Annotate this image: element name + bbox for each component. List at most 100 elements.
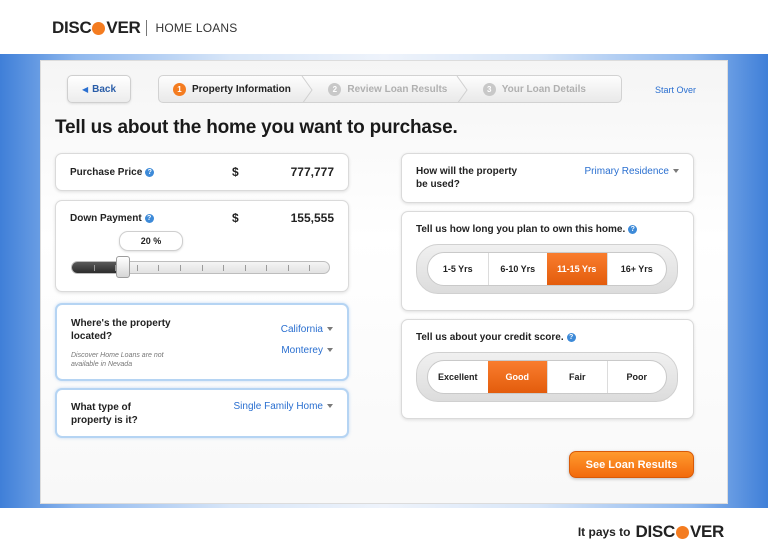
footer-text-right: VER — [689, 522, 724, 541]
property-location-card: Where's the property located? Discover H… — [55, 303, 349, 381]
credit-score-option[interactable]: Fair — [547, 361, 607, 393]
down-payment-slider-track[interactable] — [71, 261, 330, 274]
logo-wordmark: DISC VER — [52, 18, 141, 38]
slider-ticks — [72, 262, 329, 273]
footer: It pays to DISC VER — [0, 508, 768, 559]
step-number: 2 — [328, 82, 342, 96]
progress-steps: 1 Property Information 2 Review Loan Res… — [158, 75, 622, 103]
property-type-select[interactable]: Single Family Home — [234, 401, 333, 412]
down-payment-percent-bubble: 20 % — [119, 231, 183, 251]
step-label: Property Information — [192, 83, 291, 95]
footer-tagline: It pays to — [577, 525, 631, 539]
header: DISC VER HOME LOANS — [0, 0, 768, 54]
note-line: Discover Home Loans are not — [71, 352, 164, 359]
down-payment-slider-handle[interactable] — [115, 256, 130, 278]
step-review-loan-results: 2 Review Loan Results — [308, 76, 468, 102]
property-usage-label: How will the property be used? — [416, 165, 517, 191]
purchase-price-label: Purchase Price? — [70, 166, 155, 179]
ownership-segmented-control: 1-5 Yrs 6-10 Yrs 11-15 Yrs 16+ Yrs — [427, 252, 667, 286]
left-arrow-icon: ◀ — [81, 84, 89, 94]
chevron-down-icon — [327, 404, 333, 408]
chevron-down-icon — [327, 348, 333, 352]
credit-score-option[interactable]: Excellent — [428, 361, 488, 393]
credit-score-option[interactable]: Good — [487, 361, 547, 393]
it-pays-to-discover-logo: It pays to DISC VER — [578, 522, 724, 542]
down-payment-label: Down Payment? — [70, 212, 154, 225]
city-select-value: Monterey — [281, 345, 323, 356]
step-property-information: 1 Property Information — [159, 76, 313, 102]
property-type-card: What type of property is it? Single Fami… — [55, 388, 349, 438]
help-icon[interactable]: ? — [628, 225, 638, 234]
slider-tick — [309, 265, 311, 271]
logo-text-left: DISC — [52, 18, 92, 37]
slider-tick — [287, 265, 289, 271]
slider-tick — [158, 265, 160, 271]
back-button-label: Back — [92, 83, 117, 95]
slider-tick — [266, 265, 268, 271]
credit-segmented-control-frame: Excellent Good Fair Poor — [416, 352, 678, 402]
property-type-label: What type of property is it? — [71, 401, 138, 427]
footer-text-left: DISC — [635, 522, 676, 541]
label-line: What type of — [71, 402, 131, 413]
nevada-availability-note: Discover Home Loans are not available in… — [71, 351, 164, 369]
ownership-option[interactable]: 16+ Yrs — [606, 253, 667, 285]
ownership-segmented-control-frame: 1-5 Yrs 6-10 Yrs 11-15 Yrs 16+ Yrs — [416, 244, 678, 294]
property-usage-select-value: Primary Residence — [584, 166, 669, 177]
logo-o-circle-icon — [675, 525, 689, 539]
slider-tick — [136, 265, 138, 271]
main-panel: ◀ Back 1 Property Information 2 Review L… — [40, 60, 728, 504]
label-line: Where's the property — [71, 318, 171, 329]
label-line: property is it? — [71, 415, 138, 426]
down-payment-card: Down Payment? $ 155,555 20 % — [55, 200, 349, 292]
start-over-link[interactable]: Start Over — [655, 85, 696, 95]
state-select[interactable]: California — [281, 324, 333, 335]
chevron-down-icon — [673, 169, 679, 173]
city-select[interactable]: Monterey — [281, 345, 333, 356]
slider-tick — [93, 265, 95, 271]
chevron-down-icon — [327, 327, 333, 331]
property-location-label: Where's the property located? — [71, 317, 171, 343]
state-select-value: California — [280, 324, 323, 335]
property-type-select-value: Single Family Home — [233, 401, 323, 412]
property-usage-select[interactable]: Primary Residence — [585, 166, 679, 177]
property-usage-card: How will the property be used? Primary R… — [401, 153, 694, 203]
help-icon[interactable]: ? — [566, 333, 576, 342]
label-line: located? — [71, 331, 113, 342]
see-loan-results-button[interactable]: See Loan Results — [569, 451, 694, 478]
help-icon[interactable]: ? — [145, 168, 155, 177]
ownership-duration-card: Tell us how long you plan to own this ho… — [401, 211, 694, 311]
ownership-option[interactable]: 6-10 Yrs — [487, 253, 548, 285]
slider-tick — [223, 265, 225, 271]
slider-tick — [244, 265, 246, 271]
down-payment-input[interactable]: 155,555 — [252, 211, 334, 225]
discover-home-loans-logo[interactable]: DISC VER HOME LOANS — [52, 18, 238, 38]
credit-segmented-control: Excellent Good Fair Poor — [427, 360, 667, 394]
logo-text-right: VER — [106, 18, 141, 37]
credit-score-card: Tell us about your credit score.? Excell… — [401, 319, 694, 419]
step-label: Review Loan Results — [347, 83, 448, 95]
down-payment-label-text: Down Payment — [70, 213, 142, 224]
label-line: be used? — [416, 179, 460, 190]
credit-score-option[interactable]: Poor — [606, 361, 667, 393]
ownership-option[interactable]: 11-15 Yrs — [547, 253, 607, 285]
slider-tick — [179, 265, 181, 271]
purchase-price-input[interactable]: 777,777 — [252, 165, 334, 179]
back-button[interactable]: ◀ Back — [67, 75, 131, 103]
logo-o-circle-icon — [92, 21, 106, 35]
ownership-option[interactable]: 1-5 Yrs — [428, 253, 488, 285]
ownership-duration-label-text: Tell us how long you plan to own this ho… — [416, 224, 626, 235]
credit-score-label: Tell us about your credit score.? — [416, 331, 576, 344]
help-icon[interactable]: ? — [144, 214, 154, 223]
credit-score-label-text: Tell us about your credit score. — [416, 332, 564, 343]
purchase-price-label-text: Purchase Price — [70, 167, 143, 178]
step-number: 3 — [482, 82, 496, 96]
slider-tick — [201, 265, 203, 271]
logo-subtitle: HOME LOANS — [155, 21, 238, 35]
page-title: Tell us about the home you want to purch… — [55, 117, 458, 138]
step-label: Your Loan Details — [501, 83, 586, 95]
currency-symbol: $ — [232, 211, 239, 225]
logo-divider — [146, 20, 148, 36]
step-your-loan-details: 3 Your Loan Details — [463, 76, 621, 102]
footer-wordmark: DISC VER — [635, 522, 725, 542]
purchase-price-card: Purchase Price? $ 777,777 — [55, 153, 349, 191]
